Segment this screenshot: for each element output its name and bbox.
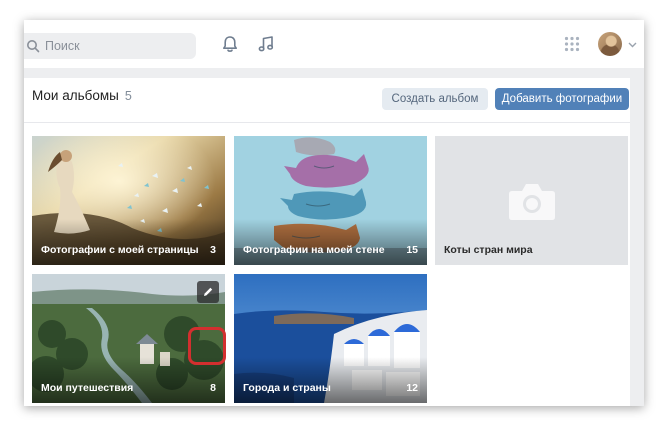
albums-title: Мои альбомы	[32, 88, 119, 103]
search-input[interactable]: Поиск	[24, 33, 196, 59]
album-photo-count: 12	[406, 382, 418, 394]
albums-header: Мои альбомы 5	[32, 88, 132, 108]
album-tile[interactable]: Города и страны 12	[234, 274, 427, 403]
album-photo-count: 3	[210, 244, 216, 256]
edit-album-button[interactable]	[197, 281, 219, 303]
search-placeholder: Поиск	[45, 39, 80, 53]
avatar[interactable]	[598, 32, 622, 56]
pencil-icon	[204, 287, 213, 296]
albums-card: Мои альбомы 5 Создать альбом Добавить фо…	[24, 78, 630, 406]
album-photo-count: 15	[406, 244, 418, 256]
album-title: Фотографии на моей стене	[243, 244, 385, 256]
bell-icon[interactable]	[220, 34, 240, 54]
add-photos-button[interactable]: Добавить фотографии	[495, 88, 629, 110]
album-title: Мои путешествия	[41, 382, 134, 394]
album-tile[interactable]: Коты стран мира	[435, 136, 628, 265]
divider	[24, 122, 630, 123]
album-title: Коты стран мира	[444, 244, 533, 256]
album-title: Фотографии с моей страницы	[41, 244, 199, 256]
title-shade	[234, 219, 427, 265]
album-tile[interactable]: Фотографии с моей страницы 3	[32, 136, 225, 265]
albums-count: 5	[124, 89, 132, 103]
search-icon	[27, 40, 40, 53]
camera-icon	[509, 184, 555, 220]
album-title: Города и страны	[243, 382, 331, 394]
top-bar: Поиск	[24, 20, 644, 68]
screenshot-frame: Поиск Мои альбомы 5 Создать альбом Добав…	[24, 20, 644, 406]
create-album-button[interactable]: Создать альбом	[382, 88, 488, 110]
music-icon[interactable]	[256, 34, 276, 54]
apps-grid-icon[interactable]	[564, 36, 580, 52]
album-photo-count: 8	[210, 382, 216, 394]
title-shade	[234, 357, 427, 403]
edit-button-highlight	[188, 327, 226, 365]
title-shade	[32, 219, 225, 265]
chevron-down-icon[interactable]	[628, 40, 637, 49]
album-tile[interactable]: Фотографии на моей стене 15	[234, 136, 427, 265]
